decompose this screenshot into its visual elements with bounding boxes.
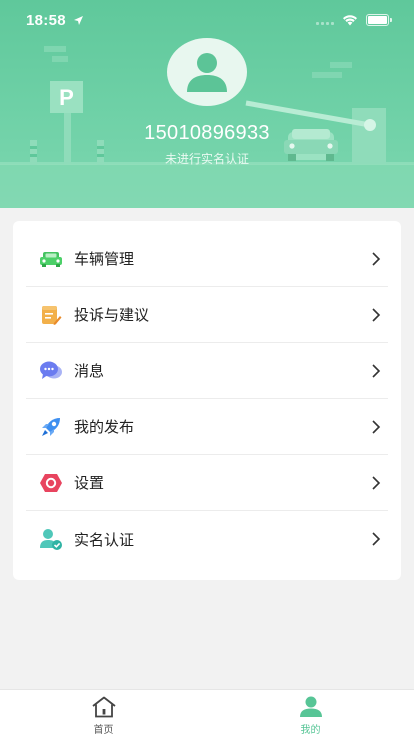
menu-item-label: 设置 [74,474,105,492]
menu-card: 车辆管理 投诉与建议 消息 我的发布 设置 实名认证 [13,221,401,580]
menu-item-label: 消息 [74,362,105,380]
chevron-right-icon [372,363,381,378]
menu-item-my-posts[interactable]: 我的发布 [26,399,388,455]
chevron-right-icon [372,419,381,434]
menu-item-label: 投诉与建议 [74,306,150,324]
cellular-signal-icon [316,15,334,25]
menu-item-real-name-verification[interactable]: 实名认证 [26,511,388,567]
settings-hexagon-icon [39,471,63,495]
menu-item-label: 我的发布 [74,418,135,436]
wifi-icon [343,15,357,26]
chevron-right-icon [372,475,381,490]
location-arrow-icon [74,16,83,25]
profile-header: P 18:58 15010896933 未进行实名认证 [0,0,414,208]
phone-number: 15010896933 [144,122,270,144]
status-time: 18:58 [26,12,66,29]
rocket-icon [39,415,63,439]
menu-item-settings[interactable]: 设置 [26,455,388,511]
user-icon [298,696,324,718]
user-avatar-icon [187,53,227,92]
chat-bubble-icon [39,359,63,383]
menu-item-label: 车辆管理 [74,250,135,268]
verification-status: 未进行实名认证 [164,152,249,166]
chevron-right-icon [372,532,381,546]
chevron-right-icon [372,251,381,266]
menu-item-complaints-suggestions[interactable]: 投诉与建议 [26,287,388,343]
menu-item-label: 实名认证 [74,530,135,549]
avatar[interactable] [167,38,247,106]
car-icon [39,247,63,271]
menu-item-vehicle-management[interactable]: 车辆管理 [26,231,388,287]
user-verified-icon [39,527,63,551]
tab-label: 我的 [300,725,321,736]
bottom-tab-bar: 首页 我的 [0,689,414,736]
battery-icon [366,14,392,26]
note-edit-icon [39,303,63,327]
chevron-right-icon [372,307,381,322]
tab-mine[interactable]: 我的 [207,690,414,736]
menu-item-messages[interactable]: 消息 [26,343,388,399]
parking-sign-letter: P [59,85,74,110]
home-icon [91,696,117,718]
tab-label: 首页 [93,725,114,736]
tab-home[interactable]: 首页 [0,690,207,736]
